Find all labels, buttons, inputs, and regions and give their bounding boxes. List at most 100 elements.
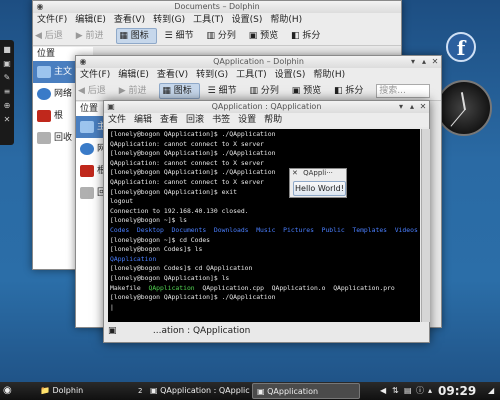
terminal-line: QApplication: cannot connect to X server (110, 158, 264, 167)
details-view-button[interactable]: ☰ 细节 (165, 27, 199, 45)
place-trash[interactable]: 回 (76, 182, 104, 204)
window-titlebar[interactable]: ▣ QApplication : QApplication ▾ ▴ ✕ (104, 101, 429, 113)
terminal-line: [lonely@bogon Codes]$ ls (110, 245, 203, 254)
network-tray-icon[interactable]: ⇅ (392, 382, 399, 400)
analog-clock-widget (436, 80, 492, 136)
menu-settings[interactable]: 设置(S) (275, 70, 306, 80)
window-titlebar[interactable]: ◉ QApplication – Dolphin ▾ ▴ ✕ (76, 56, 441, 68)
window-menu-icon[interactable]: ◉ (36, 3, 44, 11)
panel-icon-3[interactable]: ✎ (3, 74, 11, 82)
taskbar-clock[interactable]: 09:29 (438, 382, 476, 400)
places-panel: 位置 主 网 根 回 (76, 102, 104, 327)
place-root[interactable]: 根 (76, 160, 104, 182)
terminal-tab[interactable]: ▣ ...ation : QApplication (108, 324, 420, 338)
panel-icon-5[interactable]: ⊕ (3, 102, 11, 110)
menu-view[interactable]: 查看(V) (157, 70, 188, 80)
popup-titlebar[interactable]: ✕ QAppli··· (290, 169, 346, 178)
clipboard-icon[interactable]: ▤ (404, 382, 412, 400)
close-button[interactable]: ✕ (419, 103, 427, 111)
menubar: 文件(F) 编辑(E) 查看(V) 转到(G) 工具(T) 设置(S) 帮助(H) (76, 68, 441, 82)
network-icon (80, 142, 94, 155)
minimize-button[interactable]: ▾ (397, 103, 405, 111)
hello-world-button[interactable]: Hello World! (293, 181, 346, 196)
menu-view[interactable]: 查看 (160, 115, 178, 125)
task-dolphin[interactable]: 📁 Dolphin (36, 383, 136, 399)
preview-button[interactable]: ▣ 预览 (292, 82, 326, 100)
menu-file[interactable]: 文件(F) (37, 15, 67, 25)
split-button[interactable]: ◧ 拆分 (291, 27, 325, 45)
menu-edit[interactable]: 编辑(E) (75, 15, 106, 25)
window-title: QApplication – Dolphin (213, 57, 304, 66)
tray-expand-icon[interactable]: ▴ (428, 382, 432, 400)
volume-icon[interactable]: ◀ (380, 382, 386, 400)
columns-view-button[interactable]: ▥ 分列 (249, 82, 283, 100)
maximize-button[interactable]: ▴ (408, 103, 416, 111)
menu-go[interactable]: 转到(G) (153, 15, 185, 25)
search-input[interactable]: 搜索... (376, 83, 431, 98)
menu-file[interactable]: 文件 (108, 115, 126, 125)
menu-edit[interactable]: 编辑(E) (118, 70, 149, 80)
menu-help[interactable]: 帮助 (264, 115, 282, 125)
window-title: QApplication : QApplication (211, 102, 322, 111)
notifications-icon[interactable]: ⓘ (416, 382, 424, 400)
plasma-side-panel[interactable]: ■ ▣ ✎ ≡ ⊕ ✕ (0, 40, 14, 145)
taskbar: ◉ 📁 Dolphin 2 ▣ QApplication : QApplicat… (0, 382, 500, 400)
menu-help[interactable]: 帮助(H) (313, 70, 345, 80)
home-folder-icon (80, 120, 94, 133)
menu-scrollback[interactable]: 回滚 (186, 115, 204, 125)
terminal-line: [lonely@bogon QApplication]$ ./QApplicat… (110, 130, 276, 138)
home-folder-icon (37, 65, 51, 78)
menu-file[interactable]: 文件(F) (80, 70, 110, 80)
menu-settings[interactable]: 设置(S) (232, 15, 263, 25)
menu-edit[interactable]: 编辑 (134, 115, 152, 125)
details-view-button[interactable]: ☰ 细节 (208, 82, 242, 100)
menu-go[interactable]: 转到(G) (196, 70, 228, 80)
fedora-logo: f (446, 32, 476, 62)
terminal-scrollbar[interactable] (421, 129, 430, 322)
close-button[interactable]: ✕ (431, 58, 439, 66)
columns-view-button[interactable]: ▥ 分列 (206, 27, 240, 45)
preview-button[interactable]: ▣ 预览 (249, 27, 283, 45)
terminal-output[interactable]: [lonely@bogon QApplication]$ ./QApplicat… (108, 129, 420, 322)
terminal-line: QApplication: cannot connect to X server (110, 139, 264, 148)
panel-toolbox-icon[interactable]: ◢ (488, 382, 494, 400)
panel-icon-2[interactable]: ▣ (3, 60, 11, 68)
icons-view-button[interactable]: ▦ 图标 (116, 28, 157, 44)
split-button[interactable]: ◧ 拆分 (334, 82, 368, 100)
menu-tools[interactable]: 工具(T) (236, 70, 267, 80)
window-titlebar[interactable]: ◉ Documents – Dolphin (33, 1, 401, 13)
menu-view[interactable]: 查看(V) (114, 15, 145, 25)
panel-icon-4[interactable]: ≡ (3, 88, 11, 96)
window-menu-icon[interactable]: ◉ (79, 58, 87, 66)
popup-title: QAppli··· (303, 169, 333, 177)
menu-settings[interactable]: 设置 (238, 115, 256, 125)
forward-button[interactable]: ▶ 前进 (119, 82, 152, 100)
trash-icon (80, 186, 94, 199)
panel-icon-1[interactable]: ■ (3, 46, 11, 54)
task-qapplication[interactable]: ▣ QApplication (252, 383, 360, 399)
terminal-line: [lonely@bogon QApplication]$ ls (110, 273, 230, 282)
menu-help[interactable]: 帮助(H) (270, 15, 302, 25)
new-tab-icon[interactable]: ▣ (108, 324, 120, 338)
terminal-line: [lonely@bogon QApplication]$ ./QApplicat… (110, 168, 276, 177)
terminal-window[interactable]: ▣ QApplication : QApplication ▾ ▴ ✕ 文件 编辑… (103, 100, 430, 343)
back-button[interactable]: ◀ 后退 (78, 82, 111, 100)
qapplication-popup-window[interactable]: ✕ QAppli··· Hello World! (289, 168, 347, 198)
terminal-app-icon[interactable]: ▣ (107, 103, 115, 111)
menubar: 文件 编辑 查看 回滚 书签 设置 帮助 (104, 113, 429, 127)
trash-icon (37, 131, 51, 144)
back-button[interactable]: ◀ 后退 (35, 27, 68, 45)
place-home[interactable]: 主 (76, 116, 104, 138)
menu-bookmarks[interactable]: 书签 (212, 115, 230, 125)
kickoff-menu-icon[interactable]: ◉ (3, 382, 12, 400)
minimize-button[interactable]: ▾ (409, 58, 417, 66)
icons-view-button[interactable]: ▦ 图标 (159, 83, 200, 99)
place-network[interactable]: 网 (76, 138, 104, 160)
maximize-button[interactable]: ▴ (420, 58, 428, 66)
close-icon[interactable]: ✕ (3, 116, 11, 124)
terminal-line: | (110, 302, 114, 311)
close-icon[interactable]: ✕ (292, 169, 298, 178)
forward-button[interactable]: ▶ 前进 (76, 27, 109, 45)
task-terminal[interactable]: ▣ QApplication : QApplication (146, 383, 250, 399)
menu-tools[interactable]: 工具(T) (193, 15, 224, 25)
